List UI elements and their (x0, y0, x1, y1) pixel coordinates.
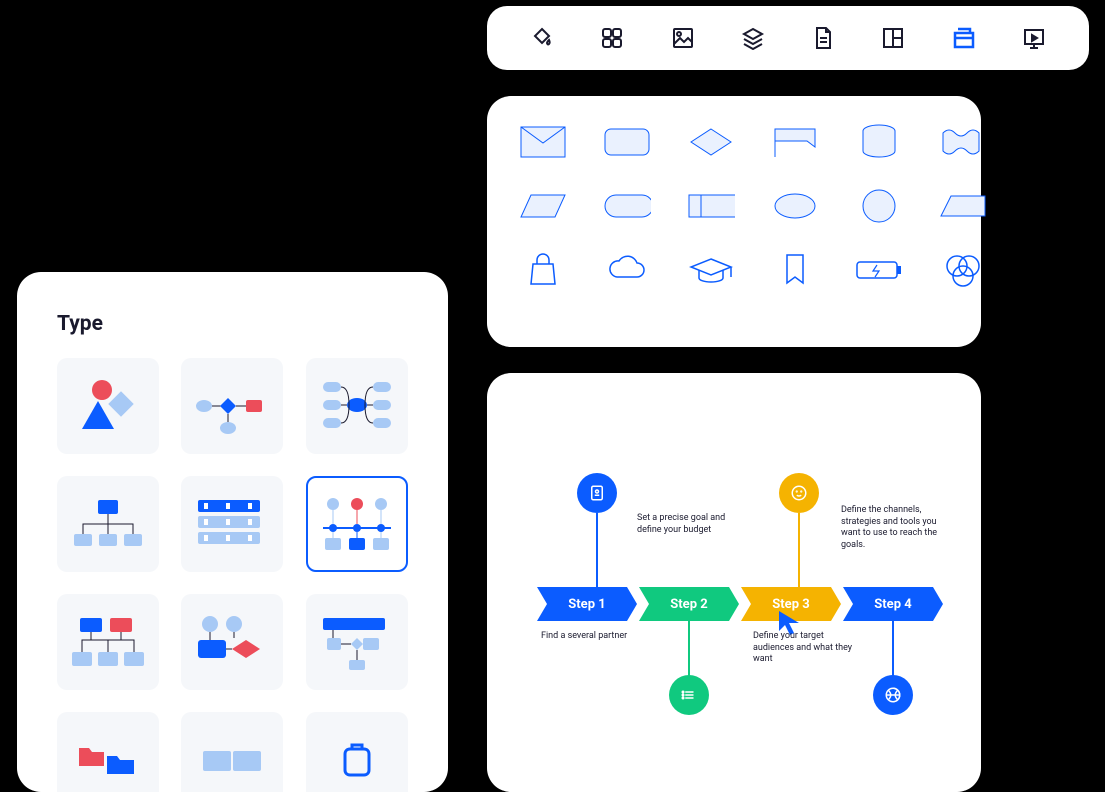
step1-connector (596, 513, 598, 587)
shape-venn[interactable] (939, 252, 987, 288)
type-card-decoration[interactable] (306, 712, 408, 792)
present-icon[interactable] (1021, 25, 1047, 51)
fill-icon[interactable] (529, 25, 555, 51)
step1-circle-icon (577, 473, 617, 513)
type-grid (57, 358, 408, 792)
step4-arrow: Step 4 (843, 587, 943, 621)
top-toolbar (487, 6, 1089, 70)
step2-circle-icon (669, 675, 709, 715)
shape-cylinder[interactable] (855, 124, 903, 160)
shape-diamond[interactable] (687, 124, 735, 160)
shape-wave-rect[interactable] (939, 124, 987, 160)
type-card-orgchart[interactable] (57, 476, 159, 572)
shape-shopping-bag[interactable] (519, 252, 567, 288)
step3-circle-icon (779, 473, 819, 513)
step1-description: Find a several partner (541, 631, 651, 643)
step2-label: Step 2 (670, 597, 707, 612)
type-card-tree-chart[interactable] (57, 594, 159, 690)
step2-arrow: Step 2 (639, 587, 739, 621)
step2-description: Set a precise goal and define your budge… (637, 513, 747, 536)
shape-rounded-rect[interactable] (603, 124, 651, 160)
step4-circle-icon (873, 675, 913, 715)
step1-arrow: Step 1 (537, 587, 637, 621)
step3-connector (798, 513, 800, 587)
step4-description: Define the channels, strategies and tool… (841, 505, 951, 552)
shape-circle[interactable] (855, 188, 903, 224)
step3-description: Define your target audiences and what th… (753, 631, 863, 666)
type-card-phases[interactable] (306, 594, 408, 690)
components-icon[interactable] (599, 25, 625, 51)
shape-cloud[interactable] (603, 252, 651, 288)
document-icon[interactable] (810, 25, 836, 51)
type-card-process[interactable] (181, 594, 283, 690)
type-card-mindmap[interactable] (306, 358, 408, 454)
type-card-basic-shapes[interactable] (57, 358, 159, 454)
type-card-flowchart[interactable] (181, 358, 283, 454)
type-panel-title: Type (57, 312, 408, 336)
type-panel: Type (17, 272, 448, 792)
shape-bookmark[interactable] (771, 252, 819, 288)
type-card-tabs[interactable] (181, 712, 283, 792)
shape-envelope[interactable] (519, 124, 567, 160)
shape-split-rect[interactable] (687, 188, 735, 224)
step4-label: Step 4 (874, 597, 911, 612)
type-card-folders[interactable] (57, 712, 159, 792)
layers-icon[interactable] (740, 25, 766, 51)
step1-label: Step 1 (568, 597, 605, 612)
shape-stadium[interactable] (603, 188, 651, 224)
shape-battery[interactable] (855, 252, 903, 288)
shape-graduation-cap[interactable] (687, 252, 735, 288)
blocks-icon[interactable] (880, 25, 906, 51)
timeline-template[interactable]: Set a precise goal and define your budge… (517, 413, 951, 752)
type-card-table-chart[interactable] (181, 476, 283, 572)
template-preview-panel: Set a precise goal and define your budge… (487, 373, 981, 792)
image-icon[interactable] (670, 25, 696, 51)
type-card-timeline-chart[interactable] (306, 476, 408, 572)
shape-parallelogram[interactable] (519, 188, 567, 224)
shape-trapezoid[interactable] (939, 188, 987, 224)
shapes-panel (487, 96, 981, 347)
shape-flag[interactable] (771, 124, 819, 160)
templates-icon[interactable] (951, 25, 977, 51)
shape-ellipse[interactable] (771, 188, 819, 224)
